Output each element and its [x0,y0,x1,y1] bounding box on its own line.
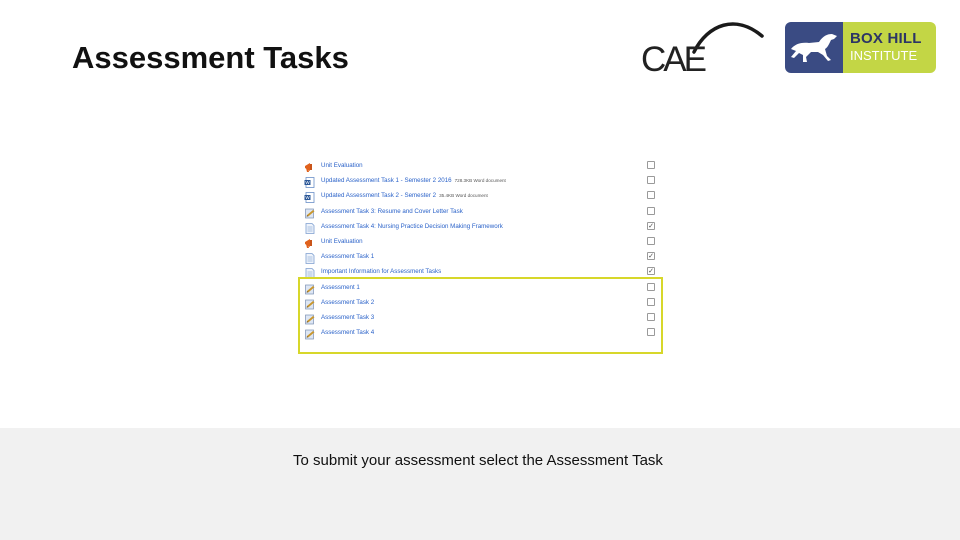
svg-text:W: W [305,196,310,201]
completion-checkbox[interactable]: ✓ [647,221,655,230]
course-activity-link[interactable]: Assessment Task 3: Resume and Cover Lett… [321,208,463,215]
page-icon [304,221,316,234]
page-icon [304,251,316,265]
completion-checkbox[interactable]: ✓ [647,267,655,276]
boxhill-logo: BOX HILL INSTITUTE [785,22,936,73]
course-activity-link[interactable]: Updated Assessment Task 2 - Semester 2 [321,192,436,199]
course-activity-row: W Updated Assessment Task 1 - Semester 2 … [304,173,660,189]
boxhill-logo-wordmark: BOX HILL INSTITUTE [843,22,936,73]
word-document-icon: W [304,175,316,189]
footer-instruction: To submit your assessment select the Ass… [293,452,663,469]
boxhill-logo-emblem [785,22,843,73]
course-activity-row: Assessment Task 4: Nursing Practice Deci… [304,219,660,234]
cae-logo: CAE [636,16,766,78]
course-activity-row: W Updated Assessment Task 2 - Semester 23… [304,188,660,204]
course-activity-row: Assessment Task 1 ✓ [304,249,660,265]
course-activity-row: Assessment Task 3: Resume and Cover Lett… [304,204,660,219]
completion-checkbox[interactable]: ✓ [647,252,655,261]
assignment-icon [304,206,316,219]
svg-text:W: W [305,180,310,185]
course-activity-link[interactable]: Assessment Task 4: Nursing Practice Deci… [321,223,503,230]
cae-logo-text: CAE [641,40,707,79]
course-activity-link[interactable]: Unit Evaluation [321,162,363,169]
boxhill-logo-line2: INSTITUTE [850,48,918,63]
boxhill-logo-line1: BOX HILL [850,30,922,47]
completion-checkbox[interactable] [647,191,655,200]
course-activity-row: Unit Evaluation [304,158,660,173]
completion-checkbox[interactable] [647,176,655,185]
completion-checkbox[interactable] [647,161,655,169]
course-activity-link[interactable]: Updated Assessment Task 1 - Semester 2 2… [321,177,452,184]
completion-checkbox[interactable] [647,206,655,215]
file-info: 728.3KB Word document [454,178,506,184]
course-activity-row: Unit Evaluation [304,234,660,249]
course-activity-link[interactable]: Important Information for Assessment Tas… [321,268,441,275]
course-activity-link[interactable]: Assessment Task 1 [321,253,374,260]
course-activity-link[interactable]: Unit Evaluation [321,238,363,245]
file-info: 35.4KB Word document [439,193,488,199]
footer-band: To submit your assessment select the Ass… [0,428,960,540]
word-document-icon: W [304,190,316,204]
feedback-icon [304,160,316,173]
feedback-icon [304,236,316,249]
page-icon [304,266,316,280]
assessment-highlight-box [298,277,663,354]
completion-checkbox[interactable] [647,236,655,245]
horse-icon [791,34,837,62]
slide-title: Assessment Tasks [72,40,349,75]
